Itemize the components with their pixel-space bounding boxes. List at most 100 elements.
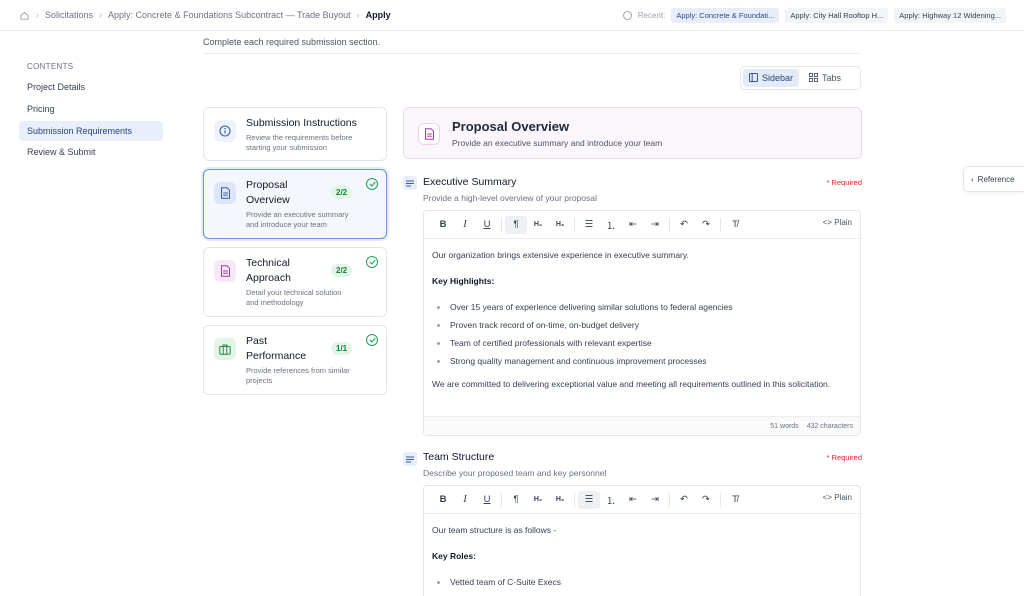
section-title: Submission Instructions	[246, 117, 357, 129]
section-desc: Review the requirements before	[246, 133, 353, 142]
editor-bullet-list: Over 15 years of experience delivering s…	[432, 301, 852, 367]
section-desc: projects	[246, 376, 273, 385]
toolbar-divider	[669, 492, 670, 507]
reference-panel-button[interactable]: ‹ Reference	[963, 166, 1024, 192]
recent-label: Recent:	[637, 11, 666, 20]
underline-button[interactable]: U	[476, 491, 498, 509]
nav-item-project-details[interactable]: Project Details	[19, 77, 163, 97]
section-header: Proposal Overview Provide an executive s…	[403, 107, 862, 159]
recent-chip[interactable]: Apply: Highway 12 Widening...	[894, 8, 1006, 23]
briefcase-icon	[214, 338, 236, 360]
breadcrumb-solicitations[interactable]: Solicitations	[45, 10, 93, 20]
chevron-right-icon: ›	[99, 10, 103, 20]
recent-bar: Recent: Apply: Concrete & Foundati... Ap…	[622, 8, 1006, 23]
sidebar-toggle-label: Sidebar	[762, 73, 794, 83]
section-card-proposal-overview[interactable]: Proposal Overview 2/2 Provide an executi…	[203, 169, 387, 239]
clear-format-button[interactable]: T̸	[724, 216, 746, 234]
view-toggle: Sidebar Tabs	[740, 66, 861, 90]
ordered-list-button[interactable]: ⒈	[600, 491, 622, 509]
required-label: * Required	[826, 453, 862, 462]
bullet-list-button[interactable]: ☰	[578, 490, 600, 509]
info-icon	[214, 120, 236, 142]
toolbar-divider	[574, 492, 575, 507]
heading3-button[interactable]: H₃	[549, 216, 571, 234]
underline-button[interactable]: U	[476, 216, 498, 234]
editor-content[interactable]: Our team structure is as follows - Key R…	[424, 514, 860, 588]
section-subheading: Provide an executive summary and introdu…	[452, 138, 663, 148]
toolbar-divider	[720, 217, 721, 232]
paragraph-button[interactable]: ¶	[505, 491, 527, 509]
document-icon	[214, 260, 236, 282]
redo-button[interactable]: ↷	[695, 491, 717, 509]
toolbar-divider	[501, 492, 502, 507]
breadcrumb: › Solicitations › Apply: Concrete & Foun…	[18, 9, 391, 21]
undo-button[interactable]: ↶	[673, 216, 695, 234]
check-circle-icon	[366, 178, 378, 190]
italic-button[interactable]: I	[454, 216, 476, 234]
nav-item-submission-requirements[interactable]: Submission Requirements	[19, 121, 163, 141]
outdent-button[interactable]: ⇤	[622, 491, 644, 509]
breadcrumb-solicitation[interactable]: Apply: Concrete & Foundations Subcontrac…	[108, 10, 351, 20]
list-item: Team of certified professionals with rel…	[432, 337, 852, 349]
page-subtitle: Complete each required submission sectio…	[203, 37, 381, 47]
document-icon	[214, 182, 236, 204]
chevron-right-icon: ›	[36, 10, 39, 20]
heading2-button[interactable]: H₂	[527, 491, 549, 509]
check-circle-icon	[366, 334, 378, 346]
section-title: Proposal	[246, 179, 288, 191]
heading2-button[interactable]: H₂	[527, 216, 549, 234]
editor-bold-label: Key Highlights:	[432, 276, 495, 286]
redo-button[interactable]: ↷	[695, 216, 717, 234]
section-desc: Provide an executive summary	[246, 210, 349, 219]
clear-format-button[interactable]: T̸	[724, 491, 746, 509]
field-title-team-structure: Team Structure	[423, 451, 495, 463]
top-bar: › Solicitations › Apply: Concrete & Foun…	[0, 0, 1024, 31]
section-desc: and introduce your team	[246, 220, 327, 229]
plain-mode-button[interactable]: <> Plain	[823, 493, 852, 502]
check-circle-icon	[366, 256, 378, 268]
field-subtitle: Describe your proposed team and key pers…	[423, 468, 607, 478]
section-title: Approach	[246, 272, 291, 284]
paragraph-button[interactable]: ¶	[505, 215, 527, 234]
toolbar-divider	[720, 492, 721, 507]
editor-content[interactable]: Our organization brings extensive experi…	[424, 239, 860, 392]
rich-text-editor-team-structure[interactable]: B I U ¶ H₂ H₃ ☰ ⒈ ⇤ ⇥ ↶ ↷ T̸ <> Plain Ou…	[423, 485, 861, 596]
recent-chip[interactable]: Apply: City Hall Rooftop H...	[785, 8, 889, 23]
home-icon[interactable]	[18, 9, 30, 21]
section-title: Technical	[246, 257, 290, 269]
recent-chip[interactable]: Apply: Concrete & Foundati...	[671, 8, 780, 23]
list-item: Strong quality management and continuous…	[432, 355, 852, 367]
section-card-past-performance[interactable]: Past Performance 1/1 Provide references …	[203, 325, 387, 395]
list-item: Proven track record of on-time, on-budge…	[432, 319, 852, 331]
nav-item-pricing[interactable]: Pricing	[19, 99, 163, 119]
indent-button[interactable]: ⇥	[644, 491, 666, 509]
italic-button[interactable]: I	[454, 491, 476, 509]
tabs-toggle-button[interactable]: Tabs	[803, 69, 847, 87]
progress-badge: 1/1	[331, 342, 353, 355]
outdent-button[interactable]: ⇤	[622, 216, 644, 234]
indent-button[interactable]: ⇥	[644, 216, 666, 234]
sidebar-toggle-button[interactable]: Sidebar	[743, 69, 800, 87]
section-heading: Proposal Overview	[452, 119, 570, 134]
section-card-technical-approach[interactable]: Technical Approach 2/2 Detail your techn…	[203, 247, 387, 317]
toolbar-divider	[669, 217, 670, 232]
field-subtitle: Provide a high-level overview of your pr…	[423, 193, 597, 203]
section-title: Performance	[246, 350, 307, 362]
bold-button[interactable]: B	[432, 491, 454, 509]
sidebar-icon	[749, 72, 758, 84]
progress-badge: 2/2	[331, 264, 353, 277]
contents-label: CONTENTS	[27, 62, 74, 71]
bold-button[interactable]: B	[432, 216, 454, 234]
section-title: Past	[246, 335, 268, 347]
editor-toolbar: B I U ¶ H₂ H₃ ☰ ⒈ ⇤ ⇥ ↶ ↷ T̸ <> Plain	[424, 486, 860, 514]
reference-label: Reference	[977, 174, 1015, 184]
rich-text-editor-executive-summary[interactable]: B I U ¶ H₂ H₃ ☰ ⒈ ⇤ ⇥ ↶ ↷ T̸ <> Plain Ou…	[423, 210, 861, 436]
editor-bullet-list: Vetted team of C-Suite Execs	[432, 576, 852, 588]
ordered-list-button[interactable]: ⒈	[600, 216, 622, 234]
section-card-instructions[interactable]: Submission Instructions Review the requi…	[203, 107, 387, 161]
undo-button[interactable]: ↶	[673, 491, 695, 509]
heading3-button[interactable]: H₃	[549, 491, 571, 509]
bullet-list-button[interactable]: ☰	[578, 216, 600, 234]
nav-item-review-submit[interactable]: Review & Submit	[19, 142, 163, 162]
plain-mode-button[interactable]: <> Plain	[823, 218, 852, 227]
